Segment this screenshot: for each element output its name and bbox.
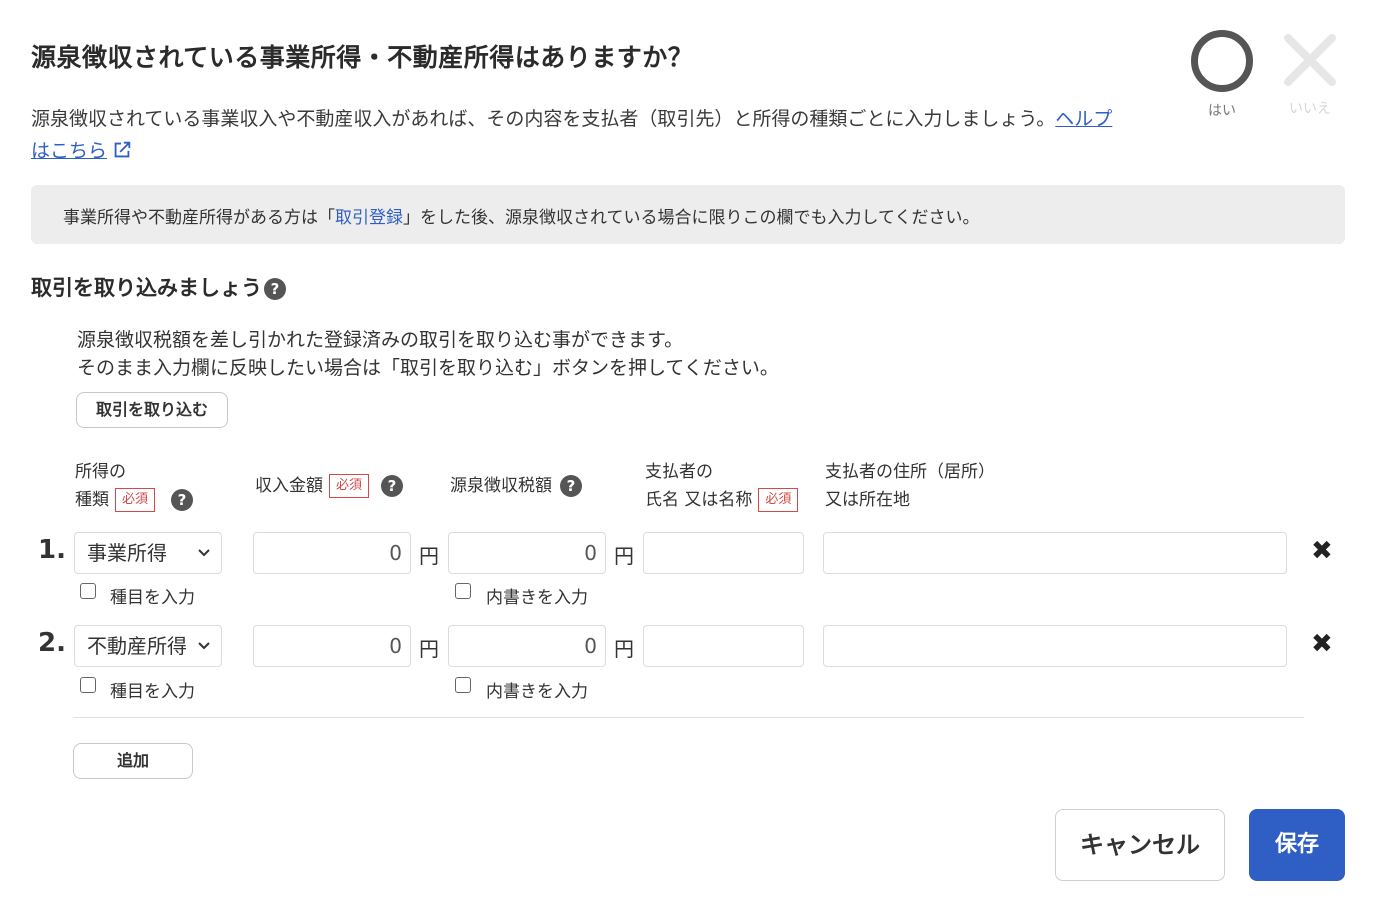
income-type-select[interactable]: 不動産所得 (74, 625, 222, 667)
notice-box: 事業所得や不動産所得がある方は「取引登録」をした後、源泉徴収されている場合に限り… (31, 185, 1345, 244)
chevron-down-icon (198, 642, 210, 650)
row-number: 1. (38, 535, 66, 565)
import-section-title: 取引を取り込みましょう? (31, 272, 286, 302)
import-desc-line1: 源泉徴収税額を差し引かれた登録済みの取引を取り込む事ができます。 (77, 329, 684, 351)
payer-name-input[interactable] (643, 532, 804, 574)
help-icon[interactable]: ? (264, 278, 286, 300)
header-withholding-tax: 源泉徴収税額? (450, 472, 582, 500)
notice-before: 事業所得や不動産所得がある方は「 (63, 208, 335, 228)
yen-unit: 円 (614, 637, 634, 661)
no-option[interactable]: いいえ (1276, 30, 1344, 118)
import-description: 源泉徴収税額を差し引かれた登録済みの取引を取り込む事ができます。 そのまま入力欄… (77, 326, 779, 382)
add-row-button[interactable]: 追加 (73, 743, 193, 779)
detail-checkbox[interactable] (455, 583, 471, 599)
header-payer-line2: 氏名 又は名称 (645, 490, 753, 510)
yen-unit: 円 (419, 637, 439, 661)
payer-name-input[interactable] (643, 625, 804, 667)
item-checkbox-label: 種目を入力 (110, 682, 195, 702)
header-address-line1: 支払者の住所（居所） (825, 462, 995, 482)
required-badge: 必須 (115, 488, 156, 512)
header-address-line2: 又は所在地 (825, 490, 910, 510)
income-type-value: 不動産所得 (87, 634, 187, 658)
item-checkbox[interactable] (80, 677, 96, 693)
income-amount-input[interactable]: 0 (253, 625, 411, 667)
external-link-icon[interactable] (111, 139, 133, 171)
circle-icon (1191, 30, 1253, 92)
header-tax-label: 源泉徴収税額 (450, 476, 552, 496)
help-icon[interactable]: ? (171, 489, 194, 511)
withholding-tax-input[interactable]: 0 (448, 532, 606, 574)
yen-unit: 円 (614, 544, 634, 568)
divider (73, 717, 1304, 718)
import-desc-line2: そのまま入力欄に反映したい場合は「取引を取り込む」ボタンを押してください。 (77, 357, 779, 379)
yes-label: はい (1208, 103, 1236, 119)
income-type-value: 事業所得 (87, 541, 167, 565)
yen-unit: 円 (419, 544, 439, 568)
withholding-tax-input[interactable]: 0 (448, 625, 606, 667)
help-icon[interactable]: ? (381, 475, 404, 497)
import-transactions-button[interactable]: 取引を取り込む (76, 392, 228, 428)
required-badge: 必須 (758, 488, 799, 512)
description-text: 源泉徴収されている事業収入や不動産収入があれば、その内容を支払者（取引先）と所得… (31, 108, 1056, 130)
import-title-text: 取引を取り込みましょう (31, 276, 262, 300)
header-income-amount: 収入金額 必須? (255, 472, 404, 500)
delete-row-icon[interactable]: ✖ (1311, 629, 1333, 659)
page-title: 源泉徴収されている事業所得・不動産所得はありますか？ (31, 43, 694, 72)
detail-checkbox-label: 内書きを入力 (486, 682, 588, 702)
header-income-type: 所得の 種類 必須? (75, 458, 194, 514)
payer-address-input[interactable] (823, 625, 1287, 667)
payer-address-input[interactable] (823, 532, 1287, 574)
row-number: 2. (38, 628, 66, 658)
header-payer-address: 支払者の住所（居所） 又は所在地 (825, 458, 995, 514)
item-checkbox[interactable] (80, 583, 96, 599)
income-type-select[interactable]: 事業所得 (74, 532, 222, 574)
header-payer-line1: 支払者の (645, 462, 713, 482)
required-badge: 必須 (329, 474, 370, 498)
header-income-label: 収入金額 (255, 476, 323, 496)
header-payer-name: 支払者の 氏名 又は名称 必須 (645, 458, 799, 514)
no-label: いいえ (1289, 101, 1331, 117)
delete-row-icon[interactable]: ✖ (1311, 536, 1333, 566)
header-type-line2: 種類 (75, 490, 109, 510)
notice-after: 」をした後、源泉徴収されている場合に限りこの欄でも入力してください。 (403, 208, 980, 228)
yes-option[interactable]: はい (1188, 30, 1256, 120)
detail-checkbox-label: 内書きを入力 (486, 588, 588, 608)
chevron-down-icon (198, 549, 210, 557)
income-amount-input[interactable]: 0 (253, 532, 411, 574)
cross-icon (1284, 34, 1336, 86)
header-type-line1: 所得の (75, 462, 126, 482)
detail-checkbox[interactable] (455, 677, 471, 693)
help-icon[interactable]: ? (560, 475, 582, 497)
page-description: 源泉徴収されている事業収入や不動産収入があれば、その内容を支払者（取引先）と所得… (31, 103, 1131, 171)
item-checkbox-label: 種目を入力 (110, 588, 195, 608)
notice-text: 事業所得や不動産所得がある方は「取引登録」をした後、源泉徴収されている場合に限り… (63, 203, 979, 228)
transaction-register-link[interactable]: 取引登録 (335, 208, 403, 228)
save-button[interactable]: 保存 (1249, 809, 1345, 881)
cancel-button[interactable]: キャンセル (1055, 809, 1225, 881)
